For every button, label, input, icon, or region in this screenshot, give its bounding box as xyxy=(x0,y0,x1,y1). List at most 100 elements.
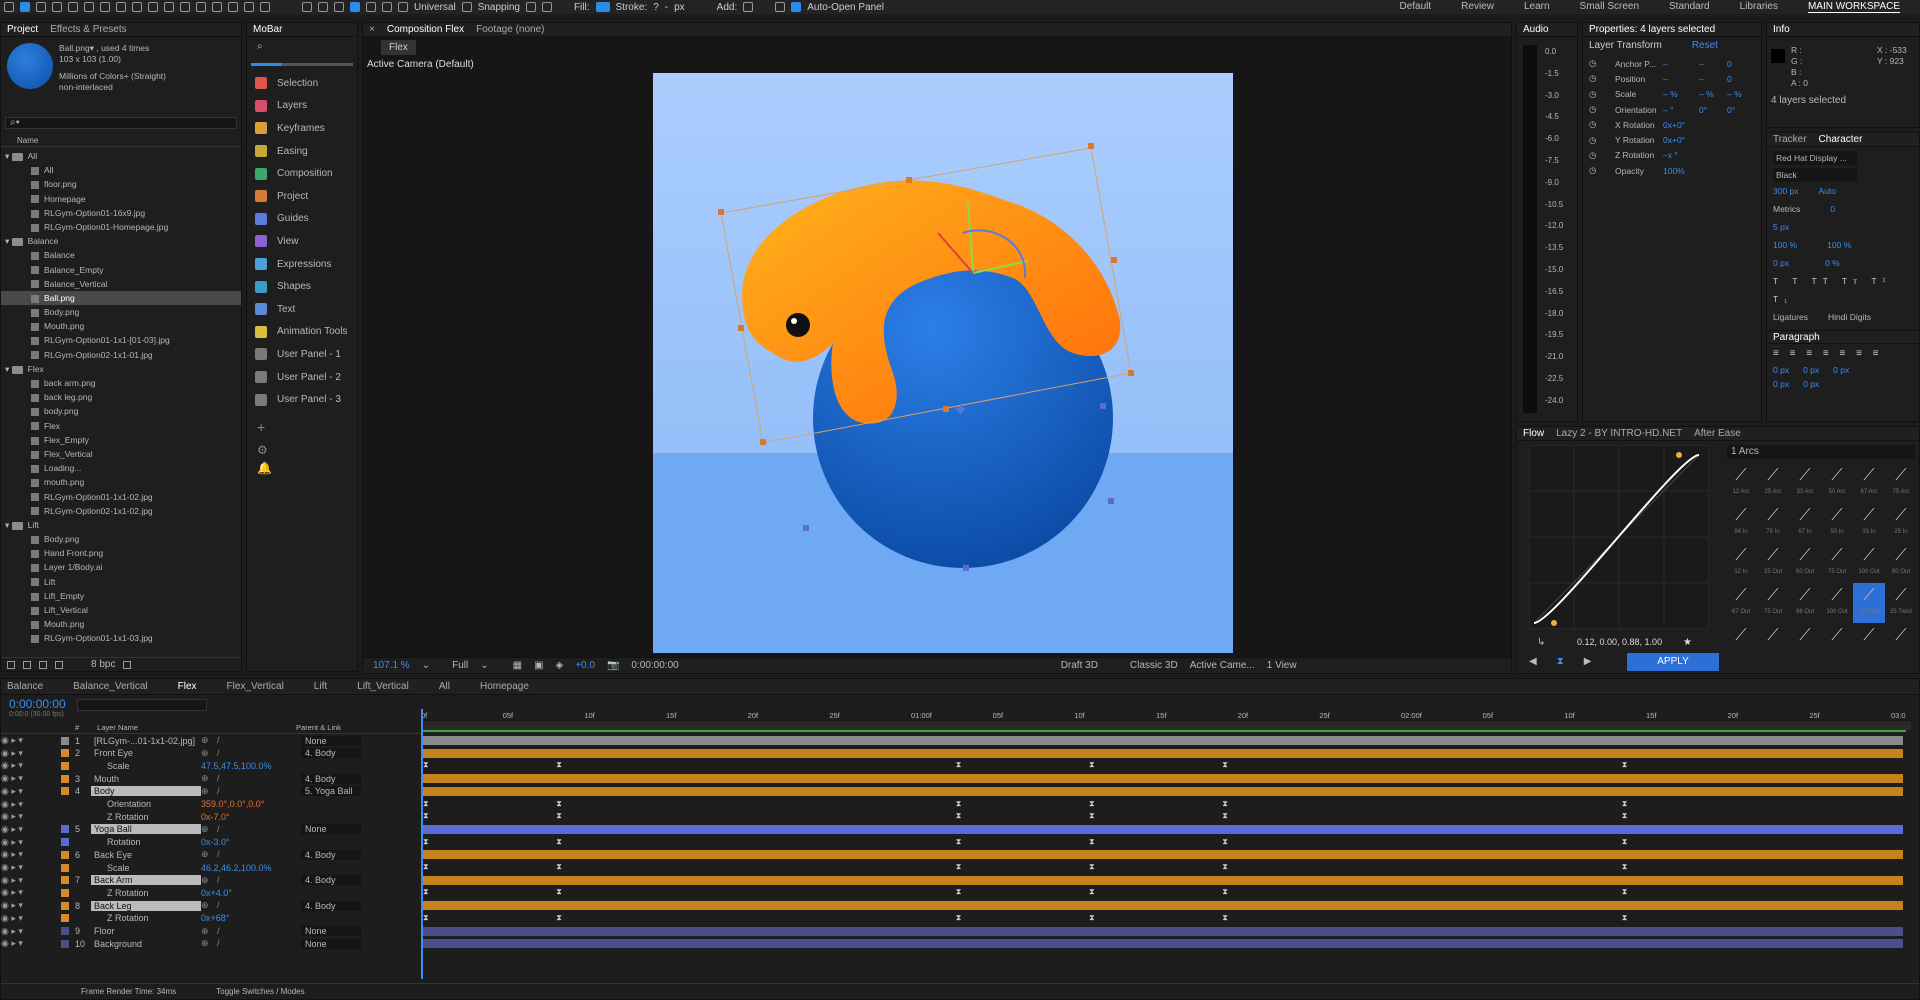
layer-switches[interactable]: ◉ ▸ ▾ xyxy=(1,799,61,810)
keyframe[interactable]: ⧗ xyxy=(1089,913,1095,923)
layer-bar[interactable] xyxy=(423,850,1903,860)
layer-switches[interactable]: ◉ ▸ ▾ xyxy=(1,938,61,949)
preset-item[interactable]: ⟋ 75 Arc xyxy=(1885,463,1917,503)
property-row[interactable]: ◉ ▸ ▾ Scale 47.5,47.5,100.0% xyxy=(1,760,421,771)
layer-row[interactable]: ◉ ▸ ▾ 6 Back Eye ⊕ /4. Body xyxy=(1,849,421,860)
keyframe[interactable]: ⧗ xyxy=(1222,811,1228,821)
mobar-item[interactable]: Composition xyxy=(247,162,357,185)
tsume[interactable]: 0 % xyxy=(1825,254,1840,272)
settings-icon[interactable] xyxy=(55,660,63,669)
flow-handle-start[interactable] xyxy=(1551,620,1557,626)
property-value-1[interactable]: – % xyxy=(1663,89,1699,99)
layer-row[interactable]: ◉ ▸ ▾ 3 Mouth ⊕ /4. Body xyxy=(1,773,421,784)
project-item[interactable]: floor.png xyxy=(1,177,241,191)
expand-chevron-icon[interactable]: ▾ xyxy=(5,151,12,161)
parent-select[interactable]: None xyxy=(301,824,361,835)
timeline-tab[interactable]: Flex_Vertical xyxy=(227,681,284,692)
keyframe[interactable]: ⧗ xyxy=(1089,837,1095,847)
flow-values[interactable]: 0.12, 0.00, 0.88, 1.00 xyxy=(1577,637,1662,647)
project-item[interactable]: Flex_Empty xyxy=(1,433,241,447)
project-item[interactable]: RLGym-Option01-1x1-02.jpg xyxy=(1,490,241,504)
workspace-tab[interactable]: Learn xyxy=(1524,1,1550,13)
indent-right[interactable]: 0 px xyxy=(1833,365,1849,375)
preset-item[interactable]: ⟋ 75 Out xyxy=(1821,543,1853,583)
layer-switches[interactable]: ◉ ▸ ▾ xyxy=(1,887,61,898)
workspace-tab[interactable]: Review xyxy=(1461,1,1494,13)
project-item[interactable]: Hand Front.png xyxy=(1,546,241,560)
mobar-item[interactable]: Text xyxy=(247,298,357,321)
hand-tool-icon[interactable] xyxy=(36,2,46,12)
keyframe-track[interactable] xyxy=(423,888,1903,897)
tab-tracker[interactable]: Tracker xyxy=(1773,134,1807,145)
stroke-width[interactable]: 5 px xyxy=(1773,218,1913,236)
new-folder-icon[interactable] xyxy=(23,660,31,669)
auto-open-checkbox[interactable] xyxy=(791,2,802,12)
preset-item[interactable]: ⟋ 67 Arc xyxy=(1853,463,1885,503)
layer-switches[interactable]: ◉ ▸ ▾ xyxy=(1,900,61,911)
project-item[interactable]: Body.png xyxy=(1,532,241,546)
preset-item[interactable]: ⟋ xyxy=(1757,623,1789,663)
project-item[interactable]: Ball.png xyxy=(1,290,241,306)
label-color[interactable] xyxy=(61,914,69,923)
layer-row[interactable]: ◉ ▸ ▾ 4 Body ⊕ /5. Yoga Ball xyxy=(1,786,421,797)
mobar-item[interactable]: User Panel - 2 xyxy=(247,366,357,389)
preset-item[interactable]: ⟋ 75 Out xyxy=(1757,583,1789,623)
grid-icon[interactable]: ▦ xyxy=(513,660,522,671)
layer-switches[interactable]: ◉ ▸ ▾ xyxy=(1,786,61,797)
label-color[interactable] xyxy=(61,761,69,770)
parent-select[interactable]: 4. Body xyxy=(301,748,361,759)
snap-options-icon[interactable] xyxy=(541,2,552,12)
keyframe[interactable]: ⧗ xyxy=(1622,913,1628,923)
mobar-item[interactable]: View xyxy=(247,230,357,253)
keyframe[interactable]: ⧗ xyxy=(956,862,962,872)
kerning[interactable]: Metrics xyxy=(1773,200,1800,218)
expand-chevron-icon[interactable]: ▾ xyxy=(5,236,12,246)
3d-scale-icon[interactable] xyxy=(382,2,392,12)
property-value-1[interactable]: – xyxy=(1663,74,1699,84)
stroke-value[interactable]: ? xyxy=(653,2,659,13)
info-title[interactable]: Info xyxy=(1773,24,1790,35)
layer-bar[interactable] xyxy=(423,926,1903,936)
playhead[interactable] xyxy=(421,709,423,979)
views-select[interactable]: 1 View xyxy=(1267,660,1297,671)
layer-name[interactable]: Yoga Ball xyxy=(91,824,201,835)
keyframe[interactable]: ⧗ xyxy=(423,862,429,872)
anchor-crosshair[interactable]: ✦ xyxy=(953,400,968,421)
keyframe[interactable]: ⧗ xyxy=(956,837,962,847)
layer-switches[interactable]: ◉ ▸ ▾ xyxy=(1,875,61,886)
keyframe[interactable]: ⧗ xyxy=(956,887,962,897)
layer-mode-switches[interactable]: ⊕ / xyxy=(201,824,301,835)
project-item[interactable]: Flex xyxy=(1,419,241,433)
stopwatch-icon[interactable]: ◷ xyxy=(1589,58,1615,69)
parent-select[interactable]: None xyxy=(301,926,361,936)
layer-name[interactable]: Back Arm xyxy=(91,875,201,886)
project-item[interactable]: ▾ All xyxy=(1,149,241,163)
ligatures-checkbox[interactable]: Ligatures xyxy=(1773,308,1808,326)
brush-tool-icon[interactable] xyxy=(196,2,206,12)
vertical-scale[interactable]: 100 % xyxy=(1773,236,1797,254)
preset-item[interactable]: ⟋ 25 Arc xyxy=(1757,463,1789,503)
keyframe-track[interactable] xyxy=(423,863,1903,872)
project-item[interactable]: RLGym-Option01-1x1-[01-03].jpg xyxy=(1,333,241,347)
keyframe[interactable]: ⧗ xyxy=(1089,760,1095,770)
keyframe[interactable]: ⧗ xyxy=(423,811,429,821)
zoom-tool-icon[interactable] xyxy=(52,2,62,12)
space-before[interactable]: 0 px xyxy=(1773,379,1789,389)
layer-switches[interactable]: ◉ ▸ ▾ xyxy=(1,748,61,759)
project-item[interactable]: Body.png xyxy=(1,305,241,319)
layer-row[interactable]: ◉ ▸ ▾ 8 Back Leg ⊕ /4. Body xyxy=(1,900,421,911)
timeline-search-input[interactable] xyxy=(77,699,207,711)
project-item[interactable]: Lift_Vertical xyxy=(1,603,241,617)
indent-first[interactable]: 0 px xyxy=(1803,365,1819,375)
project-item[interactable]: All xyxy=(1,163,241,177)
property-value[interactable]: 0x+4.0° xyxy=(201,888,301,898)
flow-handle-end[interactable] xyxy=(1676,452,1682,458)
label-color[interactable] xyxy=(61,888,69,897)
label-color[interactable] xyxy=(61,800,69,808)
tab-lazy[interactable]: Lazy 2 - BY INTRO-HD.NET xyxy=(1556,428,1682,439)
project-item[interactable]: Loading... xyxy=(1,461,241,475)
parent-select[interactable]: None xyxy=(301,938,361,949)
layer-switches[interactable]: ◉ ▸ ▾ xyxy=(1,824,61,835)
preset-item[interactable]: ⟋ 50 In xyxy=(1821,503,1853,543)
layer-mode-switches[interactable]: ⊕ / xyxy=(201,735,301,746)
